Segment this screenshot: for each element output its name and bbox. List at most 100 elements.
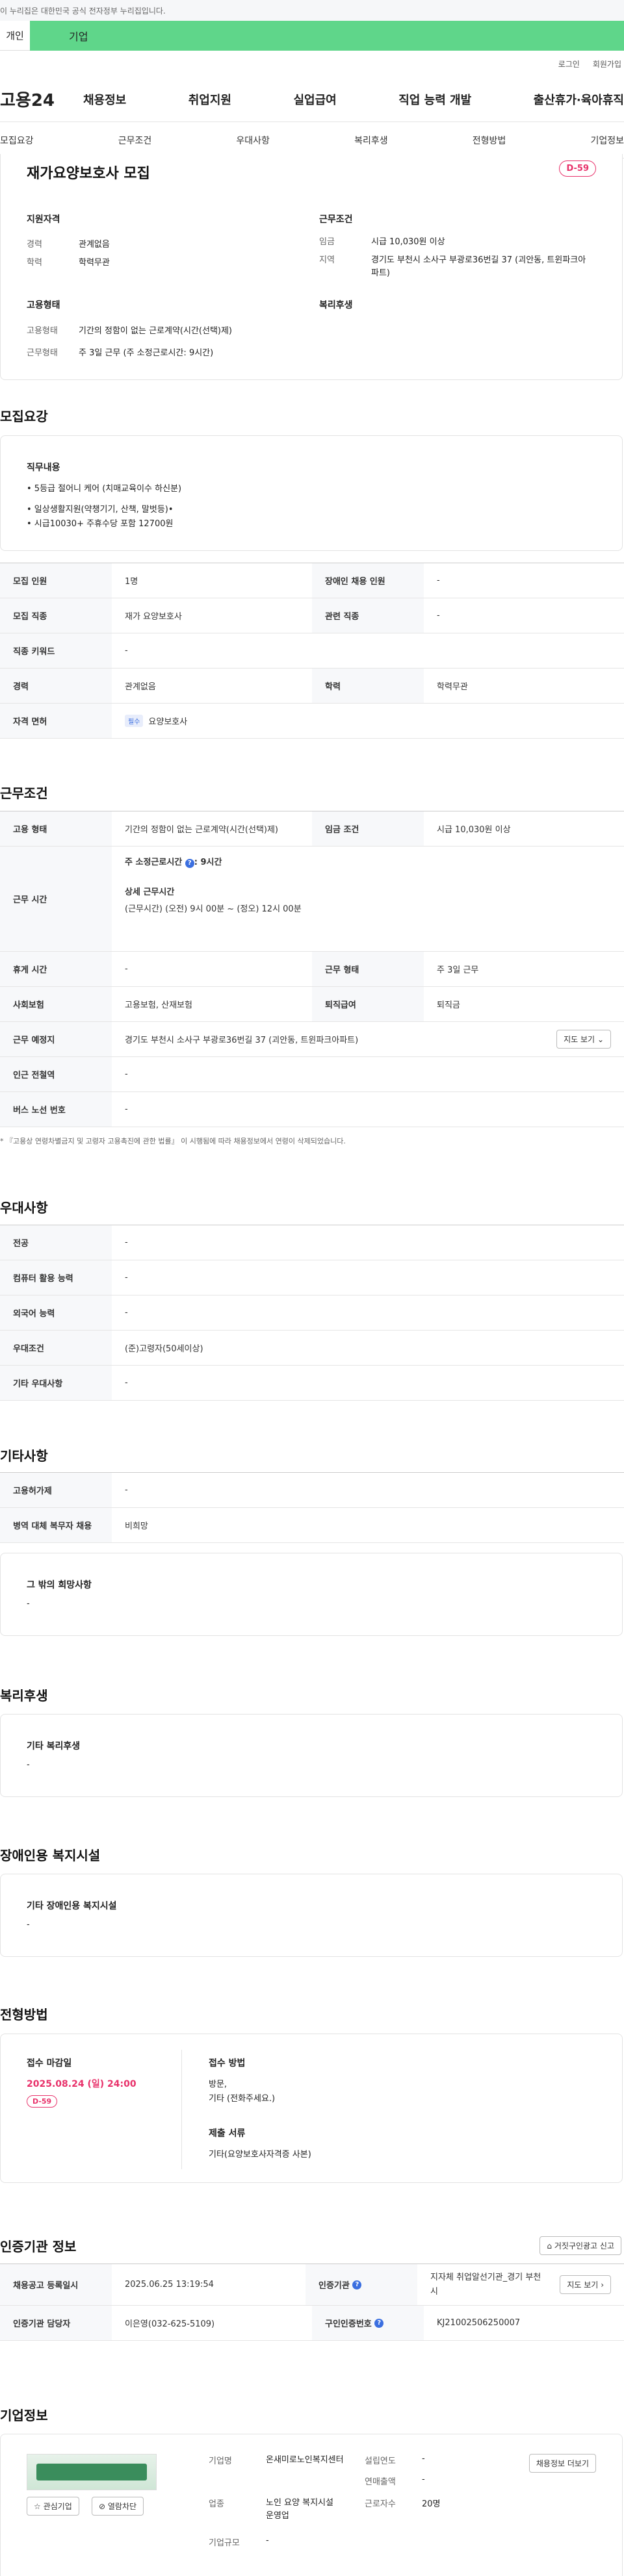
- table-row: 모집 인원 1명 장애인 채용 인원 -: [0, 563, 624, 598]
- table-row: 전공 -: [0, 1225, 624, 1260]
- cell-key: 사회보험: [0, 987, 112, 1021]
- disabled-card-title: 기타 장애인용 복지시설: [27, 1901, 117, 1911]
- deadline-value: 2025.08.24 (일) 24:00: [27, 2079, 136, 2089]
- company-key: 기업규모: [209, 2538, 240, 2548]
- cell-key: 임금 조건: [312, 811, 424, 846]
- company-logo-graphic: [36, 2464, 147, 2480]
- info-icon[interactable]: ?: [352, 2280, 362, 2289]
- tab-process[interactable]: 전형방법: [473, 134, 506, 147]
- cell-key: 모집 직종: [0, 598, 112, 633]
- section-tabs: 모집요강 근무조건 우대사항 복리후생 전형방법 기업정보: [0, 122, 624, 159]
- more-jobs-button[interactable]: 채용정보 더보기: [528, 2454, 596, 2473]
- gnb-item-training[interactable]: 직업 능력 개발: [398, 91, 471, 108]
- report-button[interactable]: ⌂ 거짓구인광고 신고: [540, 2236, 621, 2255]
- table-row: 버스 노선 번호 -: [0, 1092, 624, 1127]
- hours-detail-title: 상세 근무시간: [125, 887, 175, 897]
- cell-value: -: [125, 1273, 128, 1282]
- emp-key: 고용형태: [27, 326, 58, 336]
- tab-welfare[interactable]: 복리후생: [354, 134, 388, 147]
- emp-value: 기간의 정함이 없는 근로계약(시간(선택)제): [79, 326, 233, 336]
- hope-card: 그 밖의 희망사항 -: [0, 1553, 623, 1636]
- cell-key: 근무 예정지: [0, 1022, 112, 1056]
- gnb-item-maternity[interactable]: 출산휴가·육아휴직: [534, 91, 624, 108]
- job-content-card: 직무내용 • 5등급 절어니 케어 (치매교육이수 하신분) • 일상생활지원(…: [0, 435, 623, 551]
- process-section-title: 전형방법: [0, 2007, 48, 2022]
- site-logo[interactable]: 고용24: [0, 87, 83, 111]
- cell-key: 직종 키워드: [0, 633, 112, 668]
- gnb-item-support[interactable]: 취업지원: [188, 91, 231, 108]
- cell-value: 비희망: [125, 1522, 148, 1531]
- cell-value: KJ21002506250007: [437, 2318, 521, 2328]
- gov-bar: 이 누리집은 대한민국 공식 전자정부 누리집입니다.: [0, 0, 624, 21]
- cell-key: 채용공고 등록일시: [0, 2264, 112, 2305]
- tab-work[interactable]: 근무조건: [118, 134, 152, 147]
- cell-value: 시급 10,030원 이상: [437, 825, 511, 835]
- tab-company[interactable]: 기업: [30, 21, 624, 51]
- hours-week-label: 주 소정근로시간: [125, 858, 183, 867]
- tab-personal[interactable]: 개인: [0, 21, 30, 51]
- tab-company-info[interactable]: 기업정보: [590, 134, 624, 147]
- work-section-title: 근무조건: [0, 785, 48, 801]
- gnb-item-unemployment[interactable]: 실업급여: [294, 91, 337, 108]
- cell-key: 컴퓨터 활용 능력: [0, 1260, 112, 1295]
- pref-table: 전공 - 컴퓨터 활용 능력 - 외국어 능력 - 우대조건 (준)고령자(50세이상)…: [0, 1225, 624, 1401]
- cell-value: -: [125, 1104, 128, 1114]
- utility-bar: 로그인 회원가입: [0, 51, 624, 77]
- cell-key: 인근 전철역: [0, 1057, 112, 1091]
- hope-title: 그 밖의 희망사항: [27, 1580, 92, 1590]
- map-button[interactable]: 지도 보기 ⌄: [556, 1030, 611, 1049]
- gnb-item-jobs[interactable]: 채용정보: [83, 91, 126, 108]
- table-row: 고용허가제 -: [0, 1473, 624, 1508]
- welfare-card: 기타 복리후생 -: [0, 1714, 623, 1797]
- welfare-card-value: -: [27, 1760, 30, 1770]
- license-value: 요양보호사: [148, 717, 188, 727]
- block-view-button[interactable]: ⊘ 열람차단: [92, 2497, 144, 2516]
- method-value: 기타 (전화주세요.): [209, 2094, 276, 2104]
- join-link[interactable]: 회원가입: [593, 58, 621, 70]
- age-note: * 『고용상 연령차별금지 및 고령자 고용촉진에 관한 법률』 이 시행됨에 …: [0, 1137, 346, 1145]
- cell-key: 학력: [312, 669, 424, 703]
- cell-value: 주 3일 근무: [437, 965, 479, 975]
- cell-key: 구인인증번호 ?: [312, 2306, 424, 2340]
- fav-company-button[interactable]: ☆ 관심기업: [27, 2497, 79, 2516]
- tab-recruit[interactable]: 모집요강: [0, 134, 34, 147]
- work-key: 지역: [319, 255, 335, 265]
- fav-company-label: 관심기업: [43, 2502, 72, 2511]
- work-value: 시급 10,030원 이상: [371, 237, 445, 247]
- work-key: 임금: [319, 237, 335, 247]
- tab-personal-label: 개인: [6, 30, 24, 42]
- summary-card: 재가요양보호사 모집 D-59 지원자격 경력 관계없음 학력 학력무관 근무조건 …: [0, 154, 623, 380]
- company-key: 업종: [209, 2499, 224, 2509]
- home-icon: ⌂: [547, 2241, 552, 2251]
- cell-value: -: [125, 1378, 128, 1388]
- table-row: 외국어 능력 -: [0, 1295, 624, 1331]
- cell-key: 버스 노선 번호: [0, 1092, 112, 1127]
- table-row: 인증기관 담당자 이은영(032-625-5109) 구인인증번호 ? KJ210…: [0, 2306, 624, 2341]
- tab-pref[interactable]: 우대사항: [236, 134, 270, 147]
- chevron-right-icon: ›: [601, 2280, 604, 2289]
- welfare-card-title: 기타 복리후생: [27, 1741, 81, 1752]
- job-title: 재가요양보호사 모집: [27, 166, 150, 182]
- cell-key: 퇴직급여: [312, 987, 424, 1021]
- block-icon: ⊘: [99, 2502, 106, 2511]
- table-row: 휴게 시간 - 근무 형태 주 3일 근무: [0, 952, 624, 987]
- login-link[interactable]: 로그인: [558, 58, 580, 70]
- cell-value: 필수 요양보호사: [112, 704, 624, 738]
- company-key: 설립연도: [365, 2456, 396, 2466]
- cell-key: 전공: [0, 1225, 112, 1260]
- info-icon[interactable]: ?: [374, 2318, 384, 2328]
- cell-value: 1명: [125, 577, 138, 587]
- cell-value: -: [125, 646, 128, 656]
- company-value: -: [422, 2454, 425, 2464]
- job-line: • 일상생활지원(약챙기기, 산책, 말벗등)•: [27, 505, 174, 515]
- table-row: 자격 면허 필수 요양보호사: [0, 704, 624, 739]
- cell-value: 퇴직금: [437, 1001, 460, 1010]
- qual-value: 관계없음: [79, 240, 110, 249]
- cell-value: -: [125, 1308, 128, 1318]
- pref-section-title: 우대사항: [0, 1200, 48, 1216]
- info-icon[interactable]: ?: [185, 859, 194, 868]
- cert-map-button[interactable]: 지도 보기 ›: [560, 2275, 611, 2294]
- emp-value: 주 3일 근무 (주 소정근로시간: 9시간): [79, 348, 214, 358]
- etc-section-title: 기타사항: [0, 1448, 48, 1464]
- company-value: -: [422, 2475, 425, 2484]
